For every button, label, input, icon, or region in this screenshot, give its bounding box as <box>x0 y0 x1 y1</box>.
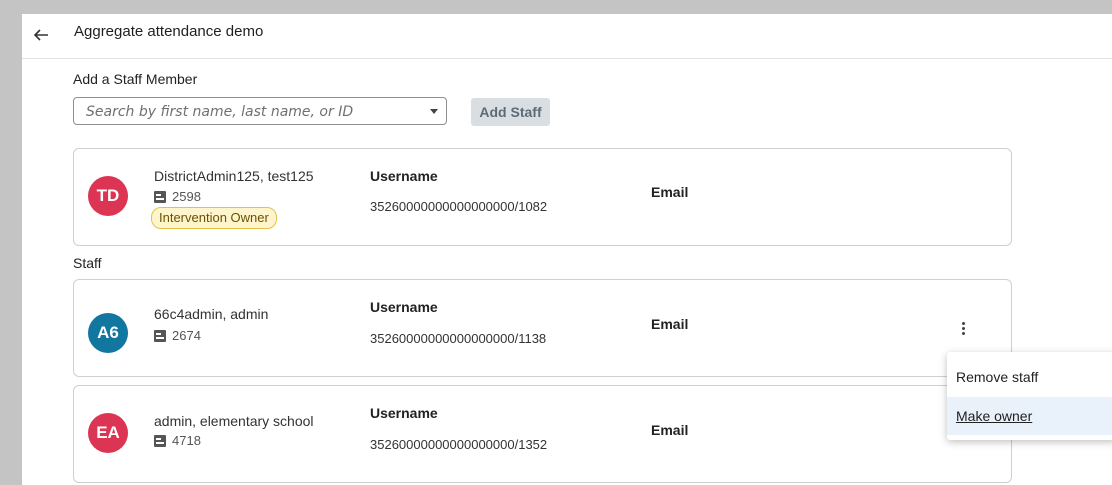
email-label: Email <box>651 184 689 200</box>
staff-search-input[interactable] <box>84 98 408 126</box>
more-options-icon[interactable] <box>951 316 975 340</box>
arrow-left-icon <box>33 29 48 41</box>
add-staff-button[interactable]: Add Staff <box>471 98 550 126</box>
staff-search-combobox[interactable] <box>73 97 447 126</box>
email-label: Email <box>651 422 689 438</box>
make-owner-menu-item[interactable]: Make owner <box>947 397 1112 435</box>
member-id: 2674 <box>154 328 201 343</box>
member-id-value: 2598 <box>172 189 201 204</box>
avatar: EA <box>88 413 128 453</box>
add-staff-label: Add a Staff Member <box>73 71 198 87</box>
email-label: Email <box>651 316 689 332</box>
member-name: admin, elementary school <box>154 413 314 429</box>
chevron-down-icon[interactable] <box>430 109 438 114</box>
page-title: Aggregate attendance demo <box>74 23 264 40</box>
id-card-icon <box>154 190 166 203</box>
avatar: TD <box>88 176 128 216</box>
member-name: DistrictAdmin125, test125 <box>154 168 314 184</box>
member-id-value: 2674 <box>172 328 201 343</box>
member-id-value: 4718 <box>172 433 201 448</box>
staff-section-label: Staff <box>73 255 102 271</box>
staff-card: EA admin, elementary school 4718 Usernam… <box>73 385 1012 483</box>
member-id: 2598 <box>154 189 201 204</box>
username-value: 35260000000000000000/1352 <box>370 437 548 452</box>
member-id: 4718 <box>154 433 201 448</box>
staff-context-menu: Remove staff Make owner <box>947 352 1112 440</box>
menu-item-label: Remove staff <box>956 369 1039 385</box>
avatar: A6 <box>88 313 128 353</box>
back-button[interactable] <box>28 22 54 48</box>
id-card-icon <box>154 434 166 447</box>
username-label: Username <box>370 299 438 315</box>
page-header: Aggregate attendance demo <box>22 14 1112 59</box>
username-label: Username <box>370 405 438 421</box>
username-value: 35260000000000000000/1082 <box>370 199 548 214</box>
member-name: 66c4admin, admin <box>154 306 269 322</box>
menu-item-label: Make owner <box>956 408 1033 424</box>
id-card-icon <box>154 329 166 342</box>
owner-badge: Intervention Owner <box>151 207 277 229</box>
app-window: Aggregate attendance demo Add a Staff Me… <box>22 14 1112 485</box>
remove-staff-menu-item[interactable]: Remove staff <box>947 358 1112 396</box>
staff-card: A6 66c4admin, admin 2674 Username 352600… <box>73 279 1012 377</box>
owner-card: TD DistrictAdmin125, test125 2598 Interv… <box>73 148 1012 246</box>
username-label: Username <box>370 168 438 184</box>
username-value: 35260000000000000000/1138 <box>370 331 547 346</box>
